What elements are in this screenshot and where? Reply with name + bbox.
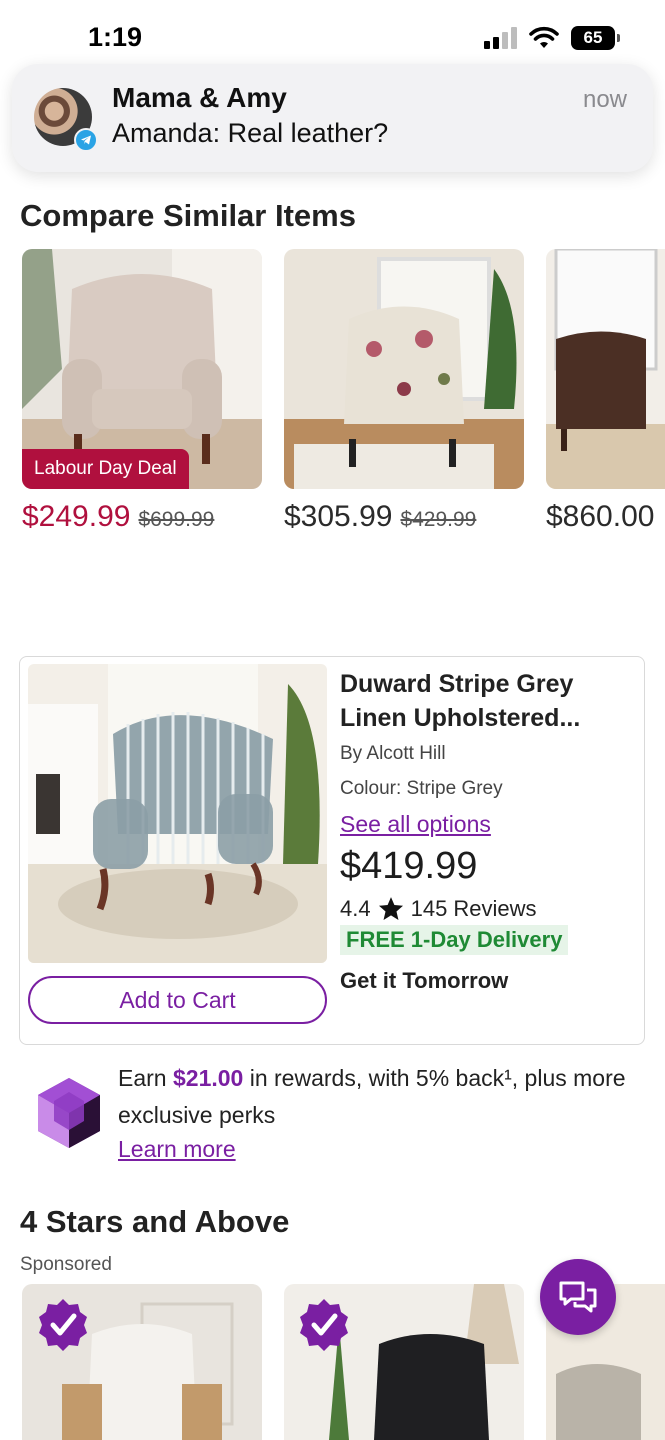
cellular-signal-icon: [484, 27, 517, 49]
chat-icon: [559, 1281, 597, 1313]
was-price: $699.99: [138, 508, 215, 531]
arrival-text: Get it Tomorrow: [340, 968, 509, 993]
delivery-badge: FREE 1-Day Delivery: [340, 925, 569, 955]
notification-message: Amanda: Real leather?: [112, 118, 389, 148]
product-price: $419.99: [340, 845, 478, 887]
compare-price-row: $249.99 $699.99: [22, 500, 214, 534]
armchair-image: [284, 249, 524, 489]
battery-level: 65: [583, 28, 603, 47]
star-icon: [378, 897, 403, 920]
rewards-amount: $21.00: [172, 1065, 244, 1091]
compare-item-image[interactable]: [284, 249, 524, 489]
product-card[interactable]: Add to Cart Duward Stripe Grey Linen Uph…: [19, 656, 645, 1045]
status-time: 1:19: [88, 22, 143, 52]
review-count[interactable]: 145 Reviews: [411, 896, 537, 922]
product-colour: Colour: Stripe Grey: [340, 778, 503, 799]
deal-badge: Labour Day Deal: [22, 449, 189, 489]
chat-button[interactable]: [540, 1259, 616, 1335]
status-bar: 1:19 65: [0, 0, 665, 60]
product-rating: 4.4 145 Reviews: [340, 895, 537, 923]
armchair-image: [546, 249, 665, 489]
wifi-icon: [529, 26, 559, 48]
was-price: $429.99: [400, 508, 477, 531]
rewards-prefix: Earn: [118, 1065, 173, 1091]
product-brand: By Alcott Hill: [340, 743, 446, 764]
notification-time: now: [582, 86, 627, 113]
notification-title: Mama & Amy: [112, 82, 287, 113]
rewards-gem-icon: [38, 1078, 100, 1148]
check-badge-icon: [39, 1299, 87, 1351]
sponsored-label: Sponsored: [20, 1254, 112, 1275]
see-all-options-link[interactable]: See all options: [340, 811, 491, 838]
armchair-image: [28, 664, 327, 963]
compare-heading: Compare Similar Items: [20, 198, 356, 233]
product-title[interactable]: Duward Stripe Grey Linen Upholstered...: [340, 667, 630, 735]
telegram-icon: [74, 128, 98, 152]
price: $860.00: [546, 500, 655, 533]
compare-price-row: $305.99 $429.99: [284, 500, 476, 534]
add-to-cart-button[interactable]: Add to Cart: [28, 976, 327, 1024]
product-image[interactable]: [28, 664, 327, 963]
status-icons: 65: [484, 26, 620, 50]
price: $305.99: [284, 500, 393, 533]
stars-heading: 4 Stars and Above: [20, 1204, 290, 1239]
compare-item-image[interactable]: Labour Day Deal: [22, 249, 262, 489]
rewards-text: Earn $21.00 in rewards, with 5% back¹, p…: [118, 1060, 638, 1134]
battery-icon: 65: [571, 26, 620, 50]
compare-price-row: $860.00: [546, 500, 665, 534]
sale-price: $249.99: [22, 500, 131, 533]
notification-banner[interactable]: Mama & Amy Amanda: Real leather? now: [12, 64, 653, 172]
compare-item-image[interactable]: [546, 249, 665, 489]
learn-more-link[interactable]: Learn more: [118, 1136, 236, 1163]
rating-value: 4.4: [340, 896, 371, 921]
check-badge-icon: [300, 1299, 348, 1351]
